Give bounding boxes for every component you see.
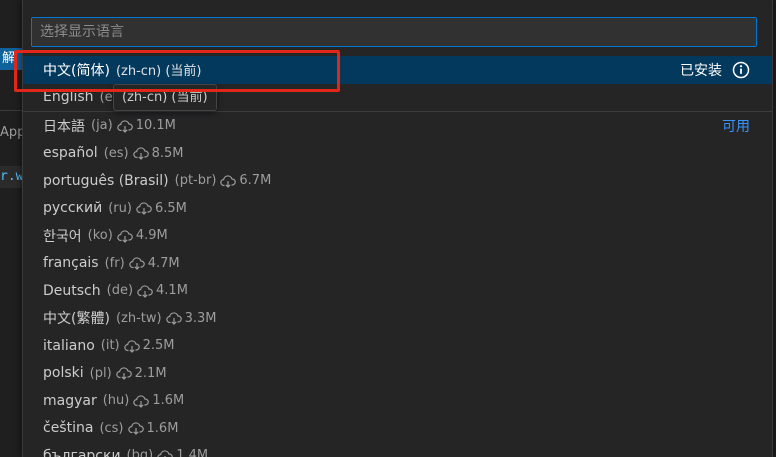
language-item-zh-tw[interactable]: 中文(繁體) (zh-tw) 3.3M — [23, 305, 772, 333]
language-name: русский — [43, 200, 103, 217]
download-size: 1.4M — [157, 448, 208, 457]
language-name: English — [43, 89, 94, 106]
cloud-download-icon — [117, 120, 133, 133]
language-name: 日本語 — [43, 118, 85, 135]
language-code: (ru) — [108, 200, 132, 216]
language-item-cs[interactable]: čeština (cs) 1.6M — [23, 415, 772, 443]
language-name: 中文(繁體) — [43, 311, 110, 328]
language-code: (zh-cn) (当前) — [115, 64, 202, 80]
language-code: (zh-tw) — [115, 310, 162, 326]
language-name: 中文(简体) — [43, 62, 110, 79]
background-editor-fragment: r.w — [0, 166, 22, 188]
size-label: 6.7M — [239, 173, 272, 189]
background-editor-fragment: 解 — [0, 48, 22, 70]
download-size: 6.7M — [220, 173, 271, 189]
language-name: polski — [43, 365, 84, 382]
language-item-bg[interactable]: български (bg) 1.4M — [23, 442, 772, 457]
size-label: 3.3M — [184, 310, 217, 326]
background-divider — [0, 110, 22, 111]
size-label: 1.4M — [176, 448, 209, 457]
cloud-download-icon — [165, 312, 182, 326]
language-code: (fr) — [104, 255, 125, 271]
info-icon[interactable] — [732, 61, 750, 79]
cloud-download-icon — [137, 285, 153, 298]
cloud-download-icon — [133, 395, 150, 408]
language-item-pl[interactable]: polski (pl) 2.1M — [23, 360, 772, 388]
cloud-download-icon — [157, 450, 173, 457]
cloud-download-icon — [136, 202, 152, 216]
download-size: 1.6M — [133, 393, 184, 409]
language-name: italiano — [43, 337, 95, 354]
download-size: 8.5M — [132, 145, 184, 161]
search-box — [31, 17, 757, 47]
download-size: 1.6M — [127, 420, 179, 436]
language-item-de[interactable]: Deutsch (de) 4.1M — [23, 277, 772, 305]
download-size: 6.5M — [136, 200, 187, 216]
language-name: 한국어 — [43, 228, 82, 245]
download-size: 2.1M — [115, 365, 167, 381]
language-item-pt-br[interactable]: português (Brasil) (pt-br) 6.7M — [23, 167, 772, 195]
download-size: 2.5M — [123, 338, 175, 354]
installed-label: 已安装 — [680, 62, 722, 79]
language-list: 中文(简体) (zh-cn) (当前) 已安装 English (e 日本語 (… — [23, 56, 772, 457]
size-label: 4.9M — [135, 228, 168, 244]
hover-tooltip: (zh-cn) (当前) — [113, 84, 217, 111]
language-item-zh-cn[interactable]: 中文(简体) (zh-cn) (当前) 已安装 — [23, 56, 772, 84]
size-label: 2.1M — [134, 365, 167, 381]
language-name: magyar — [43, 392, 97, 409]
language-code: (de) — [106, 283, 134, 299]
language-item-it[interactable]: italiano (it) 2.5M — [23, 332, 772, 360]
size-label: 1.6M — [146, 420, 179, 436]
language-quick-pick: 中文(简体) (zh-cn) (当前) 已安装 English (e 日本語 (… — [22, 0, 773, 457]
cloud-download-icon — [115, 367, 132, 381]
size-label: 10.1M — [135, 118, 176, 134]
language-item-ja[interactable]: 日本語 (ja) 10.1M 可用 — [23, 112, 772, 140]
language-name: português (Brasil) — [43, 172, 169, 189]
language-item-es[interactable]: español (es) 8.5M — [23, 140, 772, 168]
cloud-download-icon — [220, 175, 237, 188]
language-name: Deutsch — [43, 282, 101, 299]
language-item-ru[interactable]: русский (ru) 6.5M — [23, 195, 772, 223]
language-code: (ko) — [87, 228, 113, 244]
language-code: (it) — [100, 338, 120, 354]
language-item-hu[interactable]: magyar (hu) 1.6M — [23, 387, 772, 415]
size-label: 2.5M — [142, 338, 175, 354]
size-label: 8.5M — [151, 145, 184, 161]
size-label: 4.7M — [147, 255, 180, 271]
language-code: (hu) — [102, 393, 130, 409]
language-item-fr[interactable]: français (fr) 4.7M — [23, 250, 772, 278]
available-label[interactable]: 可用 — [722, 116, 750, 136]
size-label: 1.6M — [152, 393, 185, 409]
background-editor-fragment: App — [0, 125, 22, 140]
download-size: 4.9M — [117, 228, 168, 244]
cloud-download-icon — [127, 422, 144, 436]
language-name: čeština — [43, 420, 94, 437]
cloud-download-icon — [132, 147, 149, 161]
size-label: 4.1M — [156, 283, 188, 299]
download-size: 4.7M — [128, 255, 180, 271]
language-search-input[interactable] — [32, 18, 756, 46]
language-code: (pt-br) — [174, 173, 217, 189]
language-code: (bg) — [126, 448, 154, 457]
cloud-download-icon — [117, 230, 133, 243]
download-size: 4.1M — [137, 283, 188, 299]
language-name: español — [43, 145, 98, 162]
download-size: 10.1M — [117, 118, 176, 134]
language-code: (es) — [103, 145, 129, 161]
language-name: български — [43, 447, 121, 457]
language-code: (pl) — [89, 365, 112, 381]
language-name: français — [43, 255, 99, 272]
language-code: (e — [99, 89, 113, 105]
download-size: 3.3M — [165, 310, 217, 326]
cloud-download-icon — [123, 340, 140, 353]
language-code: (ja) — [91, 118, 113, 134]
language-code: (cs) — [99, 420, 124, 436]
size-label: 6.5M — [154, 200, 187, 216]
cloud-download-icon — [128, 257, 145, 271]
language-item-ko[interactable]: 한국어 (ko) 4.9M — [23, 222, 772, 250]
